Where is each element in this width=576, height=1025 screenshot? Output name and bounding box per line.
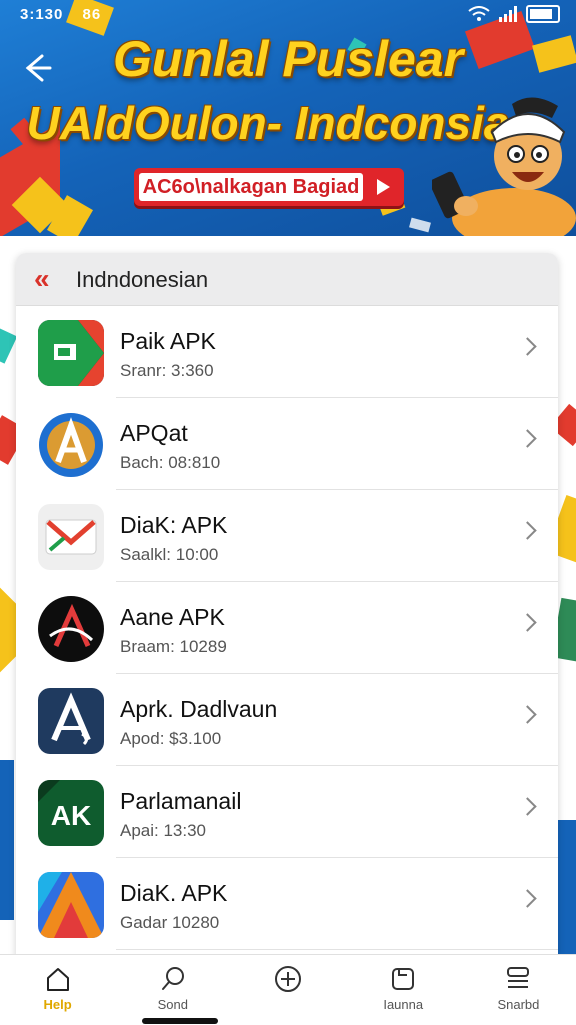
chevron-right-icon [518,521,537,540]
status-bar: 3:130 86 [0,0,576,30]
list-item[interactable]: AK Parlamanail Apai: 13:30 [16,766,558,858]
bg-decoration [0,326,18,364]
status-extra-text: 86 [82,6,102,23]
app-name: APQat [120,420,188,446]
nav-item-search[interactable]: Sond [115,955,230,1025]
list-item[interactable]: Aane APK Braam: 10289 [16,582,558,674]
promo-banner: 3:130 86 Gunlal Puslear UAldOulon- Indco… [0,0,576,236]
list-item[interactable]: DiaK. APK Gadar 10280 [16,858,558,950]
list-item[interactable]: Paik APK Sranr: 3:360 [16,306,558,398]
chevron-right-icon [518,889,537,908]
app-name: Aane APK [120,604,225,630]
banner-cta-button[interactable]: AC6o\nalkagan Bagiad [134,168,404,206]
svg-text:AK: AK [51,800,91,831]
bottom-nav: Help Sond Iaunna Snarbd [0,954,576,1025]
nav-item-stack[interactable]: Snarbd [461,955,576,1025]
app-name: Aprk. Dadlvaun [120,696,278,722]
banner-cta-label: AC6o\nalkagan Bagiad [139,173,363,201]
diak-apk-icon [38,504,104,570]
nav-label: Snarbd [497,997,540,1012]
home-icon [46,968,69,991]
app-meta: Apai: 13:30 [120,821,207,840]
bg-decoration [0,760,14,920]
status-icons [468,5,560,23]
list-item[interactable]: DiaK: APK Saalkl: 10:00 [16,490,558,582]
app-meta: Bach: 08:810 [120,453,221,472]
chevron-right-icon [518,337,537,356]
wifi-icon [468,6,490,21]
list-item[interactable]: APQat Bach: 08:810 [16,398,558,490]
mascot-character-icon [432,97,576,236]
downloads-icon [392,968,415,990]
list-item[interactable]: Aprk. Dadlvaun Apod: $3.100 [16,674,558,766]
banner-title-line1: Gunlal Puslear [112,31,464,87]
status-time-text: 3:130 [20,6,64,23]
nav-item-add[interactable] [230,955,345,1025]
double-chevron-left-icon[interactable]: « [34,263,50,295]
signal-icon [499,6,517,22]
nav-label: Help [43,997,72,1012]
chevron-right-icon [518,429,537,448]
status-time: 3:130 86 [20,6,101,23]
add-circle-icon [275,966,301,992]
bg-decoration [556,820,576,960]
app-meta: Saalkl: 10:00 [120,545,219,564]
list-header-title: Indndonesian [76,267,209,292]
nav-item-home[interactable]: Help [0,955,115,1025]
nav-item-downloads[interactable]: Iaunna [346,955,461,1025]
apqat-icon [38,412,104,478]
app-meta: Sranr: 3:360 [120,361,214,380]
menu-stack-icon [507,967,530,988]
diak-apk-2-icon [38,872,104,938]
chevron-right-icon [518,613,537,632]
app-list-card: « Indndonesian Paik APK Sranr: 3:360 APQ… [16,253,558,973]
nav-label: Iaunna [383,997,424,1012]
app-meta: Braam: 10289 [120,637,227,656]
play-icon [377,179,390,195]
app-name: DiaK: APK [120,512,228,538]
confetti-shape [409,217,431,233]
app-name: DiaK. APK [120,880,228,906]
battery-icon [526,5,560,23]
chevron-right-icon [518,797,537,816]
app-list: Paik APK Sranr: 3:360 APQat Bach: 08:810 [16,306,558,950]
app-meta: Apod: $3.100 [120,729,222,748]
app-name: Parlamanail [120,788,242,814]
home-indicator [142,1018,218,1024]
nav-label: Sond [157,997,188,1012]
list-header: « Indndonesian [16,253,558,306]
app-meta: Gadar 10280 [120,913,220,932]
paik-apk-icon [38,320,104,386]
app-name: Paik APK [120,328,216,354]
chevron-right-icon [518,705,537,724]
parlamanail-icon: AK [38,780,104,846]
aprk-dadlvaun-icon [38,688,104,754]
search-icon [161,967,184,990]
aane-apk-icon [38,596,104,662]
